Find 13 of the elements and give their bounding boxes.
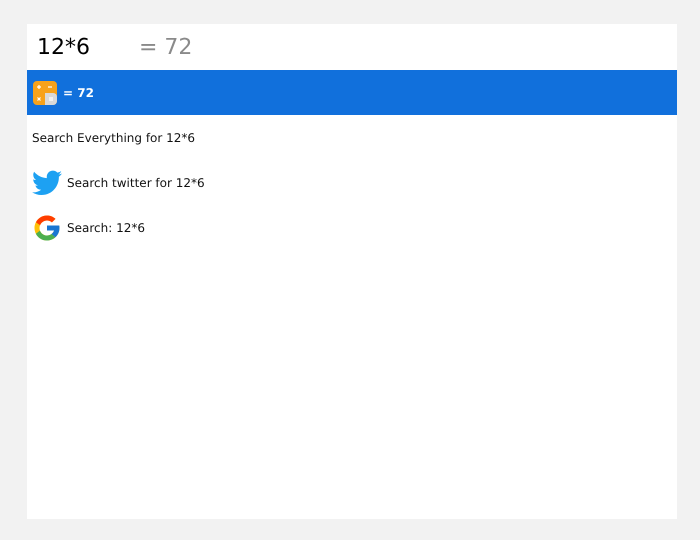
search-field[interactable]: 12*6 — [37, 34, 133, 60]
result-label: Search Everything for 12*6 — [32, 130, 196, 144]
g-logo-icon — [32, 212, 62, 242]
result-item[interactable]: = 72 — [27, 70, 677, 115]
bird-icon — [32, 170, 62, 196]
result-item[interactable]: Search: 12*6 — [27, 205, 677, 250]
calculator-icon — [32, 80, 58, 106]
result-preview: = 72 — [139, 34, 192, 60]
result-label: = 72 — [63, 86, 94, 100]
result-item[interactable]: Search twitter for 12*6 — [27, 160, 677, 205]
result-label: Search twitter for 12*6 — [67, 176, 205, 190]
result-label: Search: 12*6 — [67, 220, 145, 234]
result-item[interactable]: Search Everything for 12*6 — [27, 115, 677, 160]
